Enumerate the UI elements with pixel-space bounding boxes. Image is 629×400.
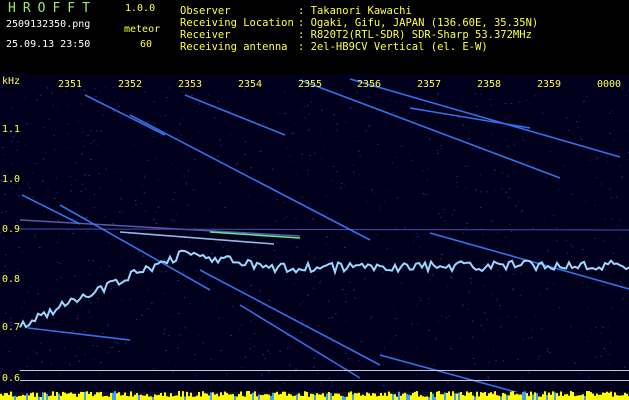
info-value: : 2el-HB9CV Vertical (el. E-W) [298, 41, 488, 53]
y-tick: 0.7 [2, 322, 21, 333]
y-tick: 0.8 [2, 274, 21, 285]
x-tick: 2353 [178, 79, 203, 90]
info-key: Receiving antenna [180, 41, 288, 53]
info-location: Receiving Location : Ogaki, Gifu, JAPAN (… [180, 18, 538, 29]
info-value: : Takanori Kawachi [298, 5, 412, 17]
x-tick: 2359 [537, 79, 562, 90]
x-tick: 2354 [238, 79, 263, 90]
x-tick: 2356 [357, 79, 382, 90]
x-tick: 2352 [118, 79, 143, 90]
info-key: Observer [180, 5, 231, 17]
meteor-count: 60 [140, 39, 153, 50]
info-key: Receiving Location [180, 17, 294, 29]
baseline [20, 380, 629, 381]
x-tick: 2357 [417, 79, 442, 90]
baseline [20, 370, 629, 371]
y-tick: 0.6 [2, 373, 21, 384]
y-tick: 1.0 [2, 174, 21, 185]
y-tick: 1.1 [2, 124, 21, 135]
meteor-label: meteor [124, 24, 161, 35]
app-version: 1.0.0 [125, 3, 156, 14]
file-name: 2509132350.png [6, 19, 91, 30]
info-antenna: Receiving antenna : 2el-HB9CV Vertical (e… [180, 42, 488, 53]
y-tick: 0.9 [2, 224, 21, 235]
info-value: : Ogaki, Gifu, JAPAN (136.60E, 35.35N) [298, 17, 539, 29]
info-value: : R820T2(RTL-SDR) SDR-Sharp 53.372MHz [298, 29, 532, 41]
datetime: 25.09.13 23:50 [6, 39, 91, 50]
info-receiver: Receiver : R820T2(RTL-SDR) SDR-Sharp 53.3… [180, 30, 532, 41]
x-tick: 0000 [597, 79, 622, 90]
info-observer: Observer : Takanori Kawachi [180, 6, 412, 17]
y-axis-unit: kHz [2, 76, 21, 87]
header-panel: HROFFT 1.0.0 2509132350.png meteor 25.09… [0, 0, 629, 74]
x-tick: 2358 [477, 79, 502, 90]
x-tick: 2355 [298, 79, 323, 90]
app-title: HROFFT [8, 1, 97, 16]
x-tick: 2351 [58, 79, 83, 90]
info-key: Receiver [180, 29, 231, 41]
spectrogram [0, 74, 629, 400]
